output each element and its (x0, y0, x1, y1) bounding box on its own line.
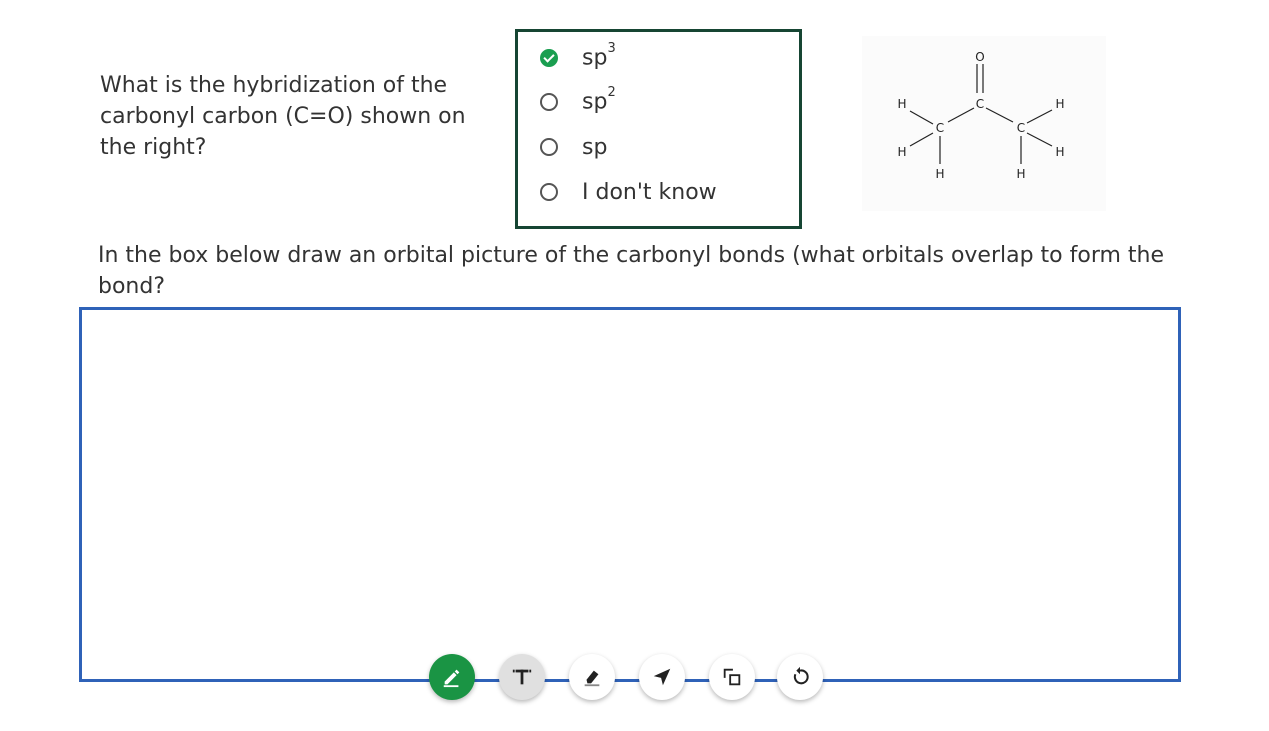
choice-sp3[interactable]: sp3 (540, 38, 616, 78)
choice-label: sp (582, 134, 608, 160)
choice-sp[interactable]: sp (540, 127, 607, 167)
radio-icon[interactable] (540, 138, 558, 156)
text-icon (512, 669, 532, 685)
atom-o: O (975, 50, 984, 64)
shapes-tool-button[interactable] (709, 654, 755, 700)
select-tool-button[interactable] (639, 654, 685, 700)
choice-label: sp3 (582, 41, 616, 71)
atom-h: H (1055, 145, 1064, 159)
shapes-icon (723, 668, 741, 686)
atom-h: H (897, 145, 906, 159)
text-tool-button[interactable] (499, 654, 545, 700)
atom-h: H (897, 97, 906, 111)
choice-label: I don't know (582, 179, 717, 205)
atom-h: H (1055, 97, 1064, 111)
choice-dont-know[interactable]: I don't know (540, 172, 717, 212)
answer-choices: sp3 sp2 sp I don't know (515, 29, 802, 229)
eraser-icon (584, 670, 600, 687)
eraser-tool-button[interactable] (569, 654, 615, 700)
undo-icon (793, 666, 809, 685)
drawing-canvas[interactable] (79, 307, 1181, 682)
choice-label: sp2 (582, 85, 616, 115)
radio-icon[interactable] (540, 93, 558, 111)
drawing-instruction: In the box below draw an orbital picture… (98, 243, 1165, 299)
atom-c-right: C (1017, 121, 1025, 135)
atom-h: H (1016, 167, 1025, 181)
atom-h: H (935, 167, 944, 181)
acetone-structure: O C C C H H H H H H (862, 36, 1106, 211)
radio-icon[interactable] (540, 183, 558, 201)
atom-c-carbonyl: C (976, 97, 984, 111)
atom-c-left: C (936, 121, 944, 135)
pointer-icon (653, 668, 671, 686)
check-circle-icon[interactable] (540, 49, 558, 67)
question-text: What is the hybridization of the carbony… (100, 73, 466, 160)
choice-sp2[interactable]: sp2 (540, 82, 616, 122)
pen-icon (443, 669, 460, 688)
undo-tool-button[interactable] (777, 654, 823, 700)
pen-tool-button[interactable] (429, 654, 475, 700)
